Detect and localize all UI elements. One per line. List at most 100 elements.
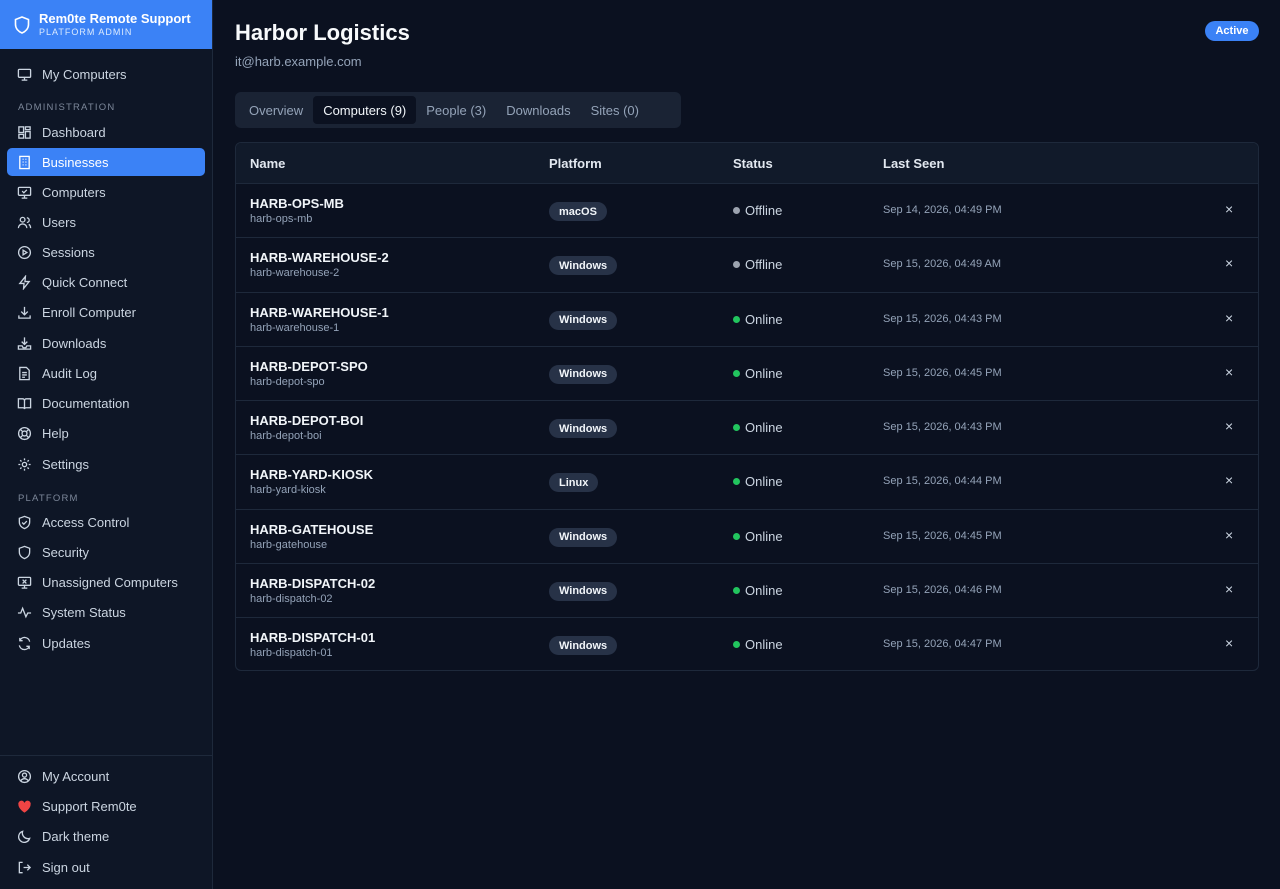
sidebar-item-my-computers[interactable]: My Computers [7, 60, 205, 88]
play-circle-icon [17, 245, 32, 259]
status-badge: Active [1205, 21, 1259, 41]
shield-logo-icon [14, 15, 30, 34]
monitor-x-icon [17, 576, 32, 589]
sidebar-item-documentation[interactable]: Documentation [7, 389, 205, 417]
status-text: Online [745, 528, 783, 544]
sidebar-item-help[interactable]: Help [7, 419, 205, 447]
remove-computer-icon[interactable]: × [1225, 255, 1233, 271]
sidebar-item-system-status[interactable]: System Status [7, 598, 205, 626]
remove-computer-icon[interactable]: × [1225, 310, 1233, 326]
table-row[interactable]: HARB-GATEHOUSE harb-gatehouse Windows Onlin… [236, 510, 1258, 564]
sidebar-item-dark-theme[interactable]: Dark theme [7, 822, 205, 850]
sidebar-item-label: Sessions [42, 244, 95, 260]
remove-computer-icon[interactable]: × [1225, 364, 1233, 380]
sidebar-item-dashboard[interactable]: Dashboard [7, 118, 205, 146]
column-header-platform[interactable]: Platform [549, 156, 602, 171]
refresh-icon [18, 636, 31, 650]
remove-computer-icon[interactable]: × [1225, 418, 1233, 434]
remove-computer-icon[interactable]: × [1225, 201, 1233, 217]
status-text: Online [745, 474, 783, 490]
last-seen-time: Sep 15, 2026, 04:44 PM [883, 475, 1002, 488]
tab-downloads[interactable]: Downloads [496, 96, 580, 124]
last-seen-time: Sep 15, 2026, 04:43 PM [883, 312, 1002, 325]
sidebar-item-support[interactable]: Support Rem0te [7, 792, 205, 820]
tab-sites[interactable]: Sites (0) [581, 96, 649, 124]
sidebar-item-label: Audit Log [42, 365, 97, 381]
computer-hostname: harb-dispatch-02 [250, 592, 333, 605]
sidebar-item-label: Sign out [42, 859, 90, 875]
status-indicator: Online [733, 583, 783, 598]
table-row[interactable]: HARB-DISPATCH-02 harb-dispatch-02 Windows O… [236, 564, 1258, 618]
tab-computers[interactable]: Computers (9) [313, 96, 417, 124]
sidebar-item-updates[interactable]: Updates [7, 629, 205, 657]
status-indicator: Offline [733, 257, 782, 272]
table-row[interactable]: HARB-YARD-KIOSK harb-yard-kiosk Linux Onlin… [236, 455, 1258, 510]
table-body: HARB-OPS-MB harb-ops-mb macOS Offline Sep 14… [236, 184, 1258, 670]
sidebar-item-label: Support Rem0te [42, 798, 137, 814]
column-header-name[interactable]: Name [250, 156, 285, 171]
shield-check-icon [18, 515, 31, 529]
brand-header[interactable]: Rem0te Remote Support PLATFORM ADMIN [0, 0, 212, 49]
book-icon [17, 397, 32, 409]
sidebar-item-users[interactable]: Users [7, 208, 205, 236]
sidebar-item-businesses[interactable]: Businesses [7, 148, 205, 176]
platform-badge: Windows [549, 256, 618, 276]
computer-name[interactable]: HARB-GATEHOUSE [250, 522, 373, 537]
sidebar-item-sessions[interactable]: Sessions [7, 238, 205, 266]
status-text: Online [745, 637, 783, 652]
table-row[interactable]: HARB-DEPOT-SPO harb-depot-spo Windows Onlin… [236, 347, 1258, 401]
shield-icon [18, 545, 31, 559]
computer-name[interactable]: HARB-YARD-KIOSK [250, 467, 373, 482]
computer-hostname: harb-gatehouse [250, 538, 328, 551]
lifebuoy-icon [17, 426, 32, 440]
remove-computer-icon[interactable]: × [1225, 527, 1233, 543]
sidebar-item-access-control[interactable]: Access Control [7, 508, 205, 536]
platform-badge: Windows [549, 527, 618, 547]
computer-name[interactable]: HARB-DEPOT-SPO [250, 359, 368, 374]
sidebar-item-enroll-computer[interactable]: Enroll Computer [7, 298, 205, 326]
sidebar-item-my-account[interactable]: My Account [7, 762, 205, 790]
status-text: Online [745, 582, 783, 598]
sidebar-item-security[interactable]: Security [7, 538, 205, 566]
sidebar-item-settings[interactable]: Settings [7, 450, 205, 478]
dashboard-icon [18, 125, 31, 139]
last-seen-time: Sep 14, 2026, 04:49 PM [883, 204, 1002, 216]
column-header-status[interactable]: Status [733, 156, 773, 171]
sidebar-item-downloads[interactable]: Downloads [7, 329, 205, 357]
status-indicator: Online [733, 529, 783, 544]
status-text: Online [745, 365, 783, 381]
tab-people[interactable]: People (3) [416, 96, 496, 124]
last-seen-time: Sep 15, 2026, 04:46 PM [883, 583, 1002, 596]
table-row[interactable]: HARB-DISPATCH-01 harb-dispatch-01 Windows O… [236, 618, 1258, 670]
user-circle-icon [17, 769, 32, 783]
remove-computer-icon[interactable]: × [1225, 581, 1233, 597]
sidebar-item-label: Downloads [42, 335, 107, 351]
table-row[interactable]: HARB-WAREHOUSE-2 harb-warehouse-2 Windows O… [236, 238, 1258, 293]
status-dot-icon [733, 424, 740, 431]
remove-computer-icon[interactable]: × [1225, 635, 1233, 651]
sidebar-item-quick-connect[interactable]: Quick Connect [7, 268, 205, 296]
page-title: Harbor Logistics [235, 20, 410, 45]
computer-name[interactable]: HARB-DISPATCH-02 [250, 576, 375, 591]
computer-name[interactable]: HARB-DEPOT-BOI [250, 413, 363, 428]
computer-name[interactable]: HARB-WAREHOUSE-1 [250, 305, 389, 320]
computer-name[interactable]: HARB-WAREHOUSE-2 [250, 250, 389, 265]
sidebar-item-unassigned-computers[interactable]: Unassigned Computers [7, 568, 205, 596]
business-email: it@harb.example.com [235, 54, 362, 69]
status-text: Online [745, 311, 783, 327]
sidebar-item-label: Help [42, 425, 69, 441]
sidebar-item-sign-out[interactable]: Sign out [7, 853, 205, 881]
column-header-last-seen[interactable]: Last Seen [883, 156, 944, 171]
remove-computer-icon[interactable]: × [1225, 472, 1233, 488]
computer-name[interactable]: HARB-OPS-MB [250, 196, 344, 211]
computer-name[interactable]: HARB-DISPATCH-01 [250, 630, 375, 645]
sidebar-item-computers[interactable]: Computers [7, 178, 205, 206]
table-row[interactable]: HARB-WAREHOUSE-1 harb-warehouse-1 Windows O… [236, 293, 1258, 347]
sidebar-item-label: Access Control [42, 514, 130, 530]
heart-icon [18, 800, 31, 813]
tab-overview[interactable]: Overview [239, 96, 313, 124]
document-icon [19, 366, 30, 380]
table-row[interactable]: HARB-DEPOT-BOI harb-depot-boi Windows Onlin… [236, 401, 1258, 456]
sidebar-item-audit-log[interactable]: Audit Log [7, 359, 205, 387]
table-row[interactable]: HARB-OPS-MB harb-ops-mb macOS Offline Sep 14… [236, 184, 1258, 239]
